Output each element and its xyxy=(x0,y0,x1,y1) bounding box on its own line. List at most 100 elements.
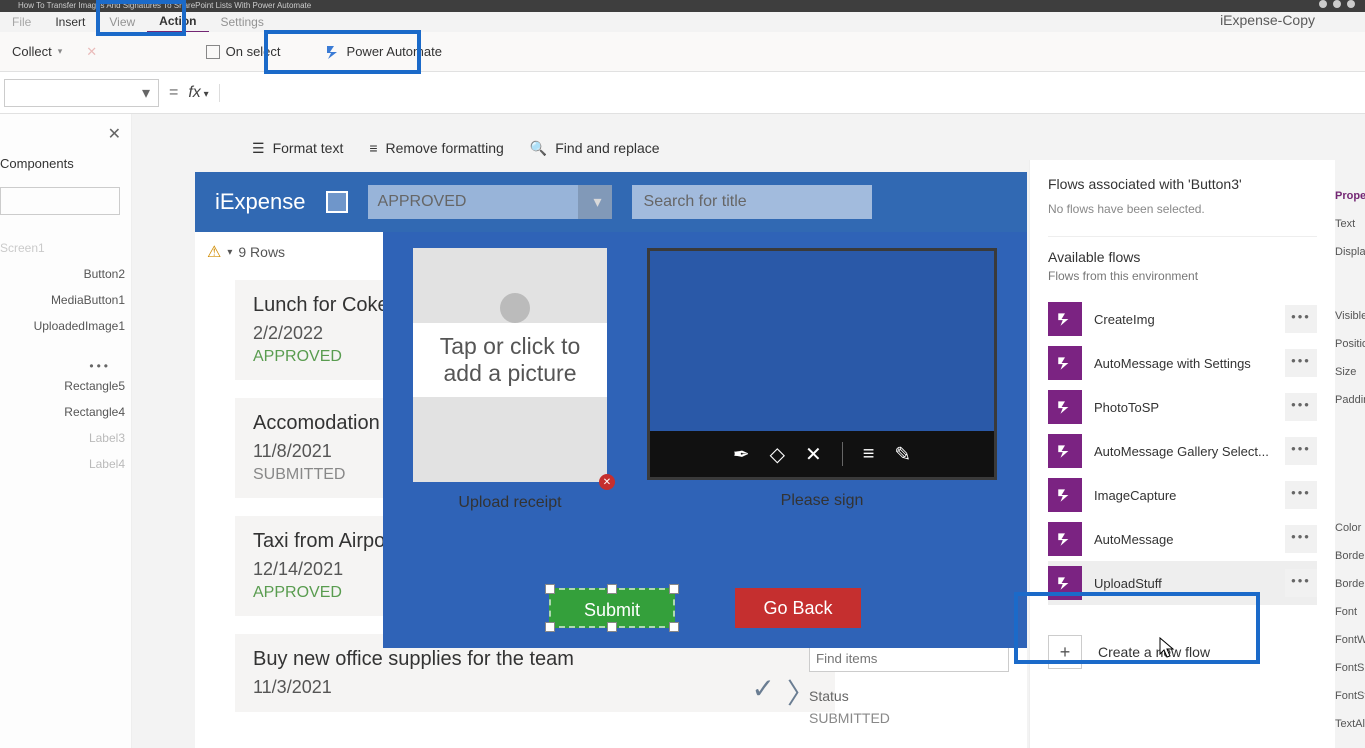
flow-overflow[interactable]: ••• xyxy=(1285,525,1317,553)
selection-handle[interactable] xyxy=(669,584,679,594)
tab-title: How To Transfer Images And Signatures To… xyxy=(18,1,311,10)
submit-button[interactable]: Submit xyxy=(549,588,675,628)
tree-item[interactable]: Rectangle5 xyxy=(0,373,131,399)
pen-icon[interactable]: ✒ xyxy=(733,442,750,467)
find-items-input[interactable] xyxy=(809,644,1009,672)
clear-icon[interactable]: ✕ xyxy=(805,442,822,467)
cmd-remove[interactable]: ✕Remove xyxy=(74,44,163,60)
flow-overflow[interactable]: ••• xyxy=(1285,349,1317,377)
tree-item[interactable]: Button2 xyxy=(0,261,131,287)
edit-icon[interactable]: ✎ xyxy=(894,442,911,467)
prop-tab[interactable]: Display xyxy=(1335,246,1365,274)
prop-tab[interactable]: Position xyxy=(1335,338,1365,366)
sign-label: Please sign xyxy=(647,492,997,510)
overflow-icon[interactable]: ••• xyxy=(0,339,131,373)
flow-icon xyxy=(1048,478,1082,512)
remove-formatting-button[interactable]: ≡Remove formatting xyxy=(369,140,503,156)
flow-overflow[interactable]: ••• xyxy=(1285,393,1317,421)
flow-name: PhotoToSP xyxy=(1094,400,1273,415)
approved-checkbox[interactable] xyxy=(326,191,348,213)
app-header: iExpense APPROVED ▾ Search for title xyxy=(195,172,1027,232)
menu-view[interactable]: View xyxy=(97,12,147,32)
menu-file[interactable]: File xyxy=(0,12,43,32)
tree-item[interactable]: MediaButton1 xyxy=(0,287,131,313)
flow-name: CreateImg xyxy=(1094,312,1273,327)
align-icon: ☰ xyxy=(252,140,265,157)
property-tabs: Properties Text Display Visible Position… xyxy=(1335,190,1365,746)
prop-tab[interactable]: Font xyxy=(1335,606,1365,634)
add-picture-text: Tap or click to add a picture xyxy=(413,323,607,397)
go-back-button[interactable]: Go Back xyxy=(735,588,861,628)
tree-item[interactable]: Label4 xyxy=(0,451,131,477)
cmd-power-automate[interactable]: Power Automate xyxy=(313,44,454,60)
flow-item-automessage[interactable]: AutoMessage ••• xyxy=(1048,517,1317,561)
fx-label: fx ▾ xyxy=(188,84,219,102)
tree-item[interactable]: UploadedImage1 xyxy=(0,313,131,339)
status-dropdown[interactable]: APPROVED ▾ xyxy=(368,185,612,219)
add-picture-control[interactable]: Tap or click to add a picture ✕ xyxy=(413,248,607,482)
flow-item-automessage-gallery-select-[interactable]: AutoMessage Gallery Select...••• xyxy=(1048,429,1317,473)
flow-overflow[interactable]: ••• xyxy=(1285,437,1317,465)
flow-item-uploadstuff[interactable]: UploadStuff••• xyxy=(1048,561,1317,605)
selection-handle[interactable] xyxy=(669,622,679,632)
prop-tab[interactable]: Padding xyxy=(1335,394,1365,422)
tree-item[interactable]: Rectangle4 xyxy=(0,399,131,425)
prop-tab[interactable]: BorderThickness xyxy=(1335,578,1365,606)
flow-item-phototosp[interactable]: PhotoToSP ••• xyxy=(1048,385,1317,429)
separator xyxy=(842,442,843,466)
prop-tab[interactable]: Properties xyxy=(1335,190,1365,218)
find-replace-button[interactable]: 🔍Find and replace xyxy=(530,140,660,157)
cmd-collect[interactable]: Collect▾ xyxy=(0,44,74,59)
mouse-cursor xyxy=(1158,636,1178,666)
flow-item-createimg[interactable]: CreateImg ••• xyxy=(1048,297,1317,341)
eraser-icon[interactable]: ◇ xyxy=(770,442,785,467)
onselect-icon xyxy=(206,45,220,59)
close-icon[interactable]: ✕ xyxy=(108,124,121,144)
prop-tab[interactable]: Color xyxy=(1335,522,1365,550)
prop-tab[interactable]: Visible xyxy=(1335,310,1365,338)
selection-handle[interactable] xyxy=(545,584,555,594)
app-title: iExpense-Copy xyxy=(1220,12,1315,28)
cmd-onselect[interactable]: On select xyxy=(194,44,293,59)
flow-overflow[interactable]: ••• xyxy=(1285,305,1317,333)
no-flows-text: No flows have been selected. xyxy=(1048,202,1317,216)
flow-icon xyxy=(1048,346,1082,380)
prop-tab[interactable]: FontStyle xyxy=(1335,690,1365,718)
tree-item[interactable]: Label3 xyxy=(0,425,131,451)
modal-buttons: Submit Go Back xyxy=(383,588,1027,628)
card-title: Buy new office supplies for the team xyxy=(253,648,817,671)
format-text-button[interactable]: ☰Format text xyxy=(252,140,343,157)
tree-item[interactable]: Screen1 xyxy=(0,235,131,261)
flow-item-imagecapture[interactable]: ImageCapture••• xyxy=(1048,473,1317,517)
selection-handle[interactable] xyxy=(545,622,555,632)
selection-handle[interactable] xyxy=(607,584,617,594)
flow-item-automessage-with-settings[interactable]: AutoMessage with Settings ••• xyxy=(1048,341,1317,385)
card-date: 11/3/2021 xyxy=(253,677,817,698)
prop-tab[interactable]: FontWeight xyxy=(1335,634,1365,662)
flow-overflow[interactable]: ••• xyxy=(1285,481,1317,509)
row-count: ⚠ ▾ 9 Rows xyxy=(207,232,285,262)
tree-search[interactable] xyxy=(0,187,120,215)
flow-overflow[interactable]: ••• xyxy=(1285,569,1317,597)
prop-tab[interactable]: Text xyxy=(1335,218,1365,246)
menu-settings[interactable]: Settings xyxy=(209,12,276,32)
create-flow-button[interactable]: + Create a new flow xyxy=(1048,635,1317,669)
prop-tab[interactable]: Size xyxy=(1335,366,1365,394)
remove-image-button[interactable]: ✕ xyxy=(599,474,615,490)
flow-name: AutoMessage with Settings xyxy=(1094,356,1273,371)
prop-tab[interactable]: Border xyxy=(1335,550,1365,578)
prop-tab[interactable]: FontSize xyxy=(1335,662,1365,690)
chevron-down-icon: ▾ xyxy=(58,46,63,57)
power-automate-icon xyxy=(325,44,341,60)
menu-insert[interactable]: Insert xyxy=(43,12,97,32)
menu-action[interactable]: Action xyxy=(147,11,208,33)
flow-name: AutoMessage xyxy=(1094,532,1273,547)
signature-canvas[interactable]: ✒ ◇ ✕ ≡ ✎ xyxy=(647,248,997,480)
selection-handle[interactable] xyxy=(607,622,617,632)
prop-tab[interactable]: TextAlign xyxy=(1335,718,1365,746)
check-icon[interactable]: ✓ xyxy=(752,672,775,712)
clear-icon: ≡ xyxy=(369,140,377,156)
property-dropdown[interactable]: ▾ xyxy=(4,79,159,107)
search-input[interactable]: Search for title xyxy=(632,185,872,219)
lines-icon[interactable]: ≡ xyxy=(863,443,875,466)
